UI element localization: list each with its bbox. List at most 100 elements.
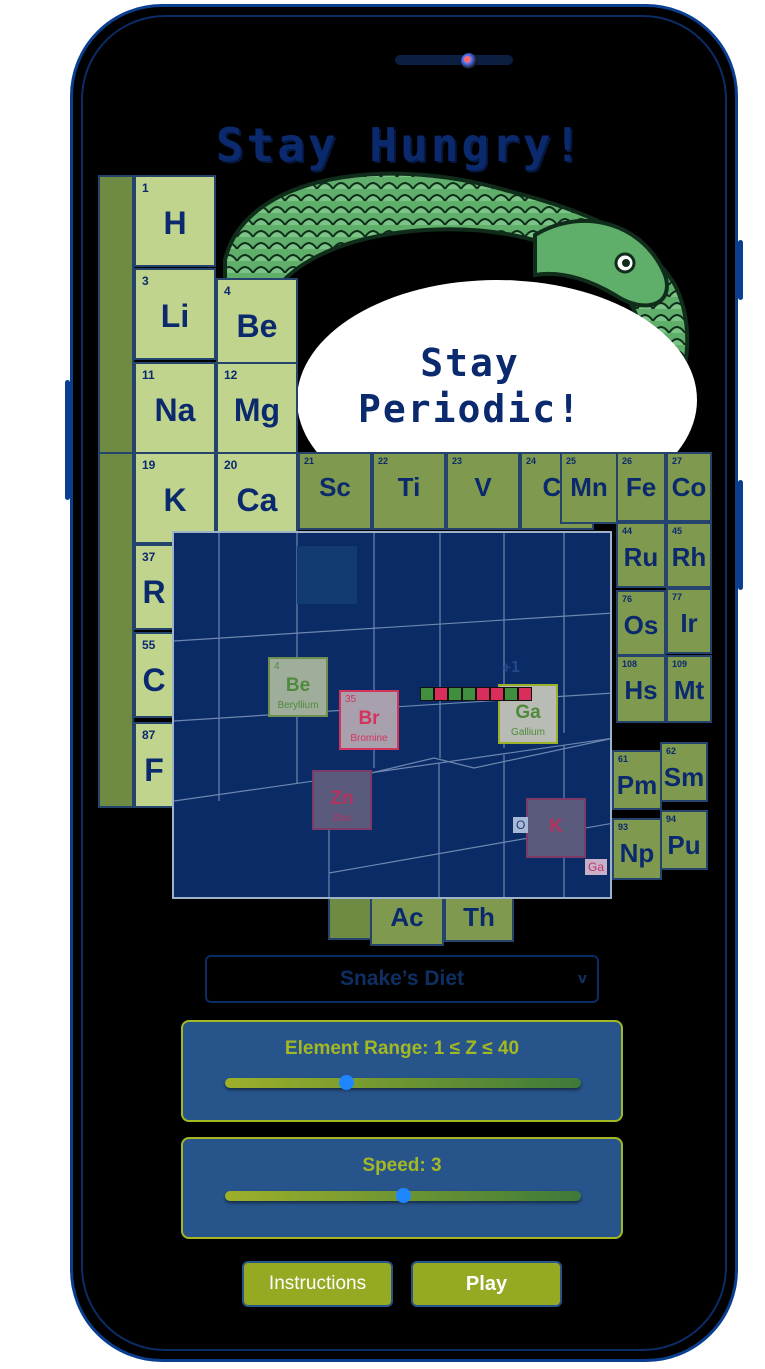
element-range-panel: Element Range: 1 ≤ Z ≤ 40 <box>181 1020 623 1122</box>
periodic-cell-number: 87 <box>142 728 156 742</box>
periodic-cell: 93 Np <box>612 818 662 880</box>
game-mode-select[interactable]: Snake’s Diet v <box>205 955 599 1003</box>
snake-speech-bubble: Stay Periodic! <box>300 340 640 432</box>
speech-line-2: Periodic! <box>358 387 582 431</box>
periodic-cell-symbol: Ac <box>390 902 424 932</box>
periodic-cell-number: 94 <box>666 814 677 824</box>
periodic-cell: 61 Pm <box>612 750 662 810</box>
periodic-cell-symbol: V <box>474 472 492 502</box>
page-title: Stay Hungry! <box>215 118 585 172</box>
ghost-label-gallium: Ga <box>585 859 608 875</box>
periodic-cell-symbol: Mg <box>233 392 281 428</box>
periodic-cell: 3 Li <box>134 268 216 360</box>
periodic-cell-number: 37 <box>142 550 156 564</box>
periodic-cell: 76 Os <box>616 590 666 656</box>
periodic-cell-number: 44 <box>622 526 633 536</box>
speed-thumb[interactable] <box>396 1188 411 1203</box>
player-snake <box>420 687 532 701</box>
periodic-cell: 77 Ir <box>666 588 712 654</box>
snake-segment <box>518 687 532 701</box>
periodic-cell-symbol: Sm <box>663 762 705 792</box>
periodic-cell: 55 C <box>134 632 174 718</box>
element-tile-bromine[interactable]: 35 Br Bromine <box>339 690 399 750</box>
speed-slider[interactable] <box>225 1188 581 1203</box>
periodic-cell-number: 4 <box>224 284 231 298</box>
score-popup: +1 <box>502 658 521 676</box>
periodic-cell-symbol: Na <box>154 392 196 428</box>
periodic-cell-symbol: F <box>144 752 164 788</box>
periodic-cell-symbol: Np <box>619 838 655 868</box>
periodic-cell-symbol: C <box>142 662 166 698</box>
periodic-cell-number: 93 <box>618 822 629 832</box>
periodic-cell: 12 Mg <box>216 362 298 454</box>
periodic-table-side-face <box>98 175 134 475</box>
periodic-cell: 87 F <box>134 722 174 808</box>
periodic-cell-number: 55 <box>142 638 156 652</box>
periodic-cell: 108 Hs <box>616 655 666 723</box>
periodic-cell-number: 3 <box>142 274 149 288</box>
volume-button-left <box>65 380 70 500</box>
speed-label: Speed: 3 <box>362 1155 442 1176</box>
periodic-cell: 26 Fe <box>616 452 666 522</box>
snake-segment <box>504 687 518 701</box>
speed-panel: Speed: 3 <box>181 1137 623 1239</box>
periodic-cell: 1H <box>134 175 216 267</box>
element-range-label: Element Range: 1 ≤ Z ≤ 40 <box>284 1038 520 1059</box>
chevron-down-icon: v <box>577 971 587 987</box>
periodic-cell-symbol: Ti <box>397 472 421 502</box>
periodic-cell: 4 Be <box>216 278 298 370</box>
periodic-cell-symbol: Co <box>671 472 707 502</box>
periodic-cell-number: 76 <box>622 594 633 604</box>
periodic-cell-number: 108 <box>622 659 638 669</box>
periodic-cell: 37 R <box>134 544 174 630</box>
element-range-thumb[interactable] <box>339 1075 355 1090</box>
periodic-cell-number: 12 <box>224 368 238 382</box>
snake-segment <box>462 687 476 701</box>
periodic-cell: 109 Mt <box>666 655 712 723</box>
speaker-grille <box>395 55 513 65</box>
speech-line-1: Stay <box>420 341 520 385</box>
periodic-cell-symbol: Ca <box>236 482 278 518</box>
periodic-cell-number: 77 <box>672 592 683 602</box>
periodic-cell: 22 Ti <box>372 452 446 530</box>
periodic-cell-symbol: Sc <box>319 472 351 502</box>
element-tile-zinc[interactable]: Zn Zinc <box>312 770 372 830</box>
periodic-cell: 94 Pu <box>660 810 708 870</box>
periodic-cell: 21 Sc <box>298 452 372 530</box>
side-button-right <box>738 480 743 590</box>
element-range-slider[interactable] <box>225 1075 581 1090</box>
periodic-cell-number: 109 <box>672 659 688 669</box>
element-tile-potassium[interactable]: K <box>526 798 586 858</box>
play-button[interactable]: Play <box>411 1261 562 1307</box>
front-camera <box>395 47 513 73</box>
periodic-cell-symbol: Hs <box>624 675 658 705</box>
periodic-cell-number: 62 <box>666 746 677 756</box>
instructions-button[interactable]: Instructions <box>242 1261 393 1307</box>
periodic-cell-symbol: Ir <box>680 608 698 638</box>
periodic-cell-symbol: Ru <box>623 542 659 572</box>
snake-segment <box>490 687 504 701</box>
camera-lens-icon <box>461 53 477 69</box>
snake-segment <box>448 687 462 701</box>
periodic-cell-symbol: Pu <box>667 830 701 860</box>
periodic-cell-symbol: Th <box>463 902 495 932</box>
periodic-cell-number: 24 <box>526 456 537 466</box>
periodic-cell-number: 23 <box>452 456 463 466</box>
periodic-cell-number: 21 <box>304 456 315 466</box>
periodic-cell: 11 Na <box>134 362 216 454</box>
periodic-cell-symbol: Rh <box>671 542 707 572</box>
periodic-cell: 45 Rh <box>666 522 712 588</box>
periodic-cell-symbol: H <box>163 205 187 241</box>
periodic-table-side-face <box>98 452 134 808</box>
snake-segment <box>434 687 448 701</box>
ghost-label-oxygen: O <box>513 817 529 833</box>
power-button-right <box>738 240 743 300</box>
element-tile-beryllium[interactable]: 4 Be Beryllium <box>268 657 328 717</box>
periodic-cell-symbol: Fe <box>625 472 657 502</box>
periodic-cell-number: 19 <box>142 458 156 472</box>
periodic-cell-symbol: Mt <box>673 675 705 705</box>
periodic-cell-number: 1 <box>142 181 149 195</box>
periodic-cell-symbol: K <box>163 482 187 518</box>
periodic-cell-number: 20 <box>224 458 238 472</box>
periodic-cell: 23 V <box>446 452 520 530</box>
